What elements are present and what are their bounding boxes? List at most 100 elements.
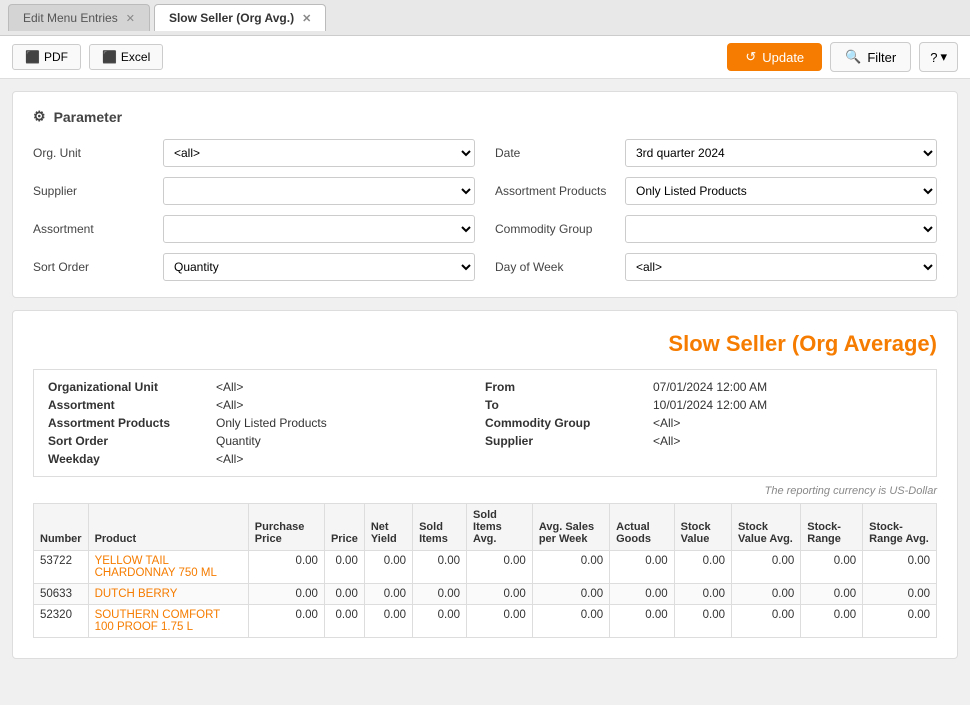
parameter-icon: ⚙ <box>33 108 46 125</box>
org-unit-meta-val: <All> <box>216 380 243 394</box>
cell-net-yield: 0.00 <box>364 584 412 605</box>
update-button[interactable]: ↺ Update <box>727 43 822 71</box>
product-link[interactable]: SOUTHERN COMFORT 100 PROOF 1.75 L <box>95 609 220 633</box>
tab-edit-menu-entries-close[interactable]: ✕ <box>126 12 135 25</box>
commodity-group-select[interactable] <box>625 215 937 243</box>
meta-to: To 10/01/2024 12:00 AM <box>485 398 922 412</box>
commodity-group-label: Commodity Group <box>495 222 615 236</box>
pdf-icon: ⬛ <box>25 50 40 64</box>
col-stock-range-avg: Stock-Range Avg. <box>863 504 937 551</box>
meta-assortment-products: Assortment Products Only Listed Products <box>48 416 485 430</box>
commodity-group-meta-label: Commodity Group <box>485 416 645 430</box>
cell-price: 0.00 <box>324 584 364 605</box>
day-of-week-select[interactable]: <all> <box>625 253 937 281</box>
param-row-sort-order: Sort Order Quantity <box>33 253 475 281</box>
weekday-meta-val: <All> <box>216 452 243 466</box>
cell-sold-items-avg: 0.00 <box>467 605 533 638</box>
report-area: Slow Seller (Org Average) Organizational… <box>12 310 958 659</box>
param-row-org-unit: Org. Unit <all> <box>33 139 475 167</box>
cell-actual-goods: 0.00 <box>610 584 675 605</box>
tab-slow-seller[interactable]: Slow Seller (Org Avg.) ✕ <box>154 4 326 31</box>
table-header-row: Number Product Purchase Price Price Net … <box>34 504 937 551</box>
org-unit-meta-label: Organizational Unit <box>48 380 208 394</box>
cell-stock-value: 0.00 <box>674 551 731 584</box>
cell-stock-value: 0.00 <box>674 605 731 638</box>
excel-label: Excel <box>121 50 150 64</box>
parameter-grid: Org. Unit <all> Date 3rd quarter 2024 Su… <box>33 139 937 281</box>
cell-purchase-price: 0.00 <box>248 584 324 605</box>
day-of-week-label: Day of Week <box>495 260 615 274</box>
supplier-select[interactable] <box>163 177 475 205</box>
assortment-meta-label: Assortment <box>48 398 208 412</box>
assortment-products-meta-val: Only Listed Products <box>216 416 327 430</box>
tab-edit-menu-entries[interactable]: Edit Menu Entries ✕ <box>8 4 150 31</box>
filter-icon: 🔍 <box>845 49 861 65</box>
supplier-meta-label: Supplier <box>485 434 645 448</box>
pdf-button[interactable]: ⬛ PDF <box>12 44 81 70</box>
cell-purchase-price: 0.00 <box>248 605 324 638</box>
org-unit-select[interactable]: <all> <box>163 139 475 167</box>
tab-slow-seller-close[interactable]: ✕ <box>302 12 311 25</box>
tab-slow-seller-label: Slow Seller (Org Avg.) <box>169 11 294 25</box>
cell-price: 0.00 <box>324 605 364 638</box>
weekday-meta-label: Weekday <box>48 452 208 466</box>
excel-button[interactable]: ⬛ Excel <box>89 44 163 70</box>
cell-avg-sales-per-week: 0.00 <box>532 584 609 605</box>
parameter-header: ⚙ Parameter <box>33 108 937 125</box>
param-row-assortment-products: Assortment Products Only Listed Products <box>495 177 937 205</box>
help-button[interactable]: ? ▾ <box>919 42 958 72</box>
date-label: Date <box>495 146 615 160</box>
table-row: 53722YELLOW TAIL CHARDONNAY 750 ML0.000.… <box>34 551 937 584</box>
param-row-commodity-group: Commodity Group <box>495 215 937 243</box>
product-link[interactable]: DUTCH BERRY <box>95 588 178 600</box>
cell-net-yield: 0.00 <box>364 551 412 584</box>
cell-stock-range: 0.00 <box>801 584 863 605</box>
cell-number: 50633 <box>34 584 89 605</box>
date-select[interactable]: 3rd quarter 2024 <box>625 139 937 167</box>
report-title: Slow Seller (Org Average) <box>33 331 937 357</box>
cell-net-yield: 0.00 <box>364 605 412 638</box>
cell-avg-sales-per-week: 0.00 <box>532 551 609 584</box>
cell-sold-items-avg: 0.00 <box>467 584 533 605</box>
assortment-label: Assortment <box>33 222 153 236</box>
col-purchase-price: Purchase Price <box>248 504 324 551</box>
cell-actual-goods: 0.00 <box>610 605 675 638</box>
param-row-date: Date 3rd quarter 2024 <box>495 139 937 167</box>
supplier-meta-val: <All> <box>653 434 680 448</box>
col-stock-range: Stock-Range <box>801 504 863 551</box>
cell-stock-range-avg: 0.00 <box>863 605 937 638</box>
table-row: 50633DUTCH BERRY0.000.000.000.000.000.00… <box>34 584 937 605</box>
sort-order-meta-label: Sort Order <box>48 434 208 448</box>
col-number: Number <box>34 504 89 551</box>
cell-stock-range: 0.00 <box>801 551 863 584</box>
to-meta-val: 10/01/2024 12:00 AM <box>653 398 767 412</box>
assortment-select[interactable] <box>163 215 475 243</box>
col-sold-items: Sold Items <box>413 504 467 551</box>
cell-avg-sales-per-week: 0.00 <box>532 605 609 638</box>
filter-button[interactable]: 🔍 Filter <box>830 42 911 72</box>
cell-stock-range-avg: 0.00 <box>863 584 937 605</box>
currency-note: The reporting currency is US-Dollar <box>33 485 937 497</box>
supplier-label: Supplier <box>33 184 153 198</box>
cell-sold-items: 0.00 <box>413 551 467 584</box>
cell-price: 0.00 <box>324 551 364 584</box>
assortment-products-select[interactable]: Only Listed Products <box>625 177 937 205</box>
cell-stock-value-avg: 0.00 <box>732 584 801 605</box>
assortment-products-label: Assortment Products <box>495 184 615 198</box>
update-icon: ↺ <box>745 49 756 65</box>
report-meta: Organizational Unit <All> From 07/01/202… <box>33 369 937 477</box>
col-actual-goods: Actual Goods <box>610 504 675 551</box>
meta-from: From 07/01/2024 12:00 AM <box>485 380 922 394</box>
tabs-bar: Edit Menu Entries ✕ Slow Seller (Org Avg… <box>0 0 970 36</box>
cell-product: SOUTHERN COMFORT 100 PROOF 1.75 L <box>88 605 248 638</box>
cell-number: 52320 <box>34 605 89 638</box>
meta-weekday: Weekday <All> <box>48 452 485 466</box>
filter-label: Filter <box>867 50 896 65</box>
tab-edit-menu-entries-label: Edit Menu Entries <box>23 11 118 25</box>
sort-order-select[interactable]: Quantity <box>163 253 475 281</box>
to-meta-label: To <box>485 398 645 412</box>
excel-icon: ⬛ <box>102 50 117 64</box>
col-sold-items-avg: Sold Items Avg. <box>467 504 533 551</box>
assortment-products-meta-label: Assortment Products <box>48 416 208 430</box>
product-link[interactable]: YELLOW TAIL CHARDONNAY 750 ML <box>95 555 217 579</box>
